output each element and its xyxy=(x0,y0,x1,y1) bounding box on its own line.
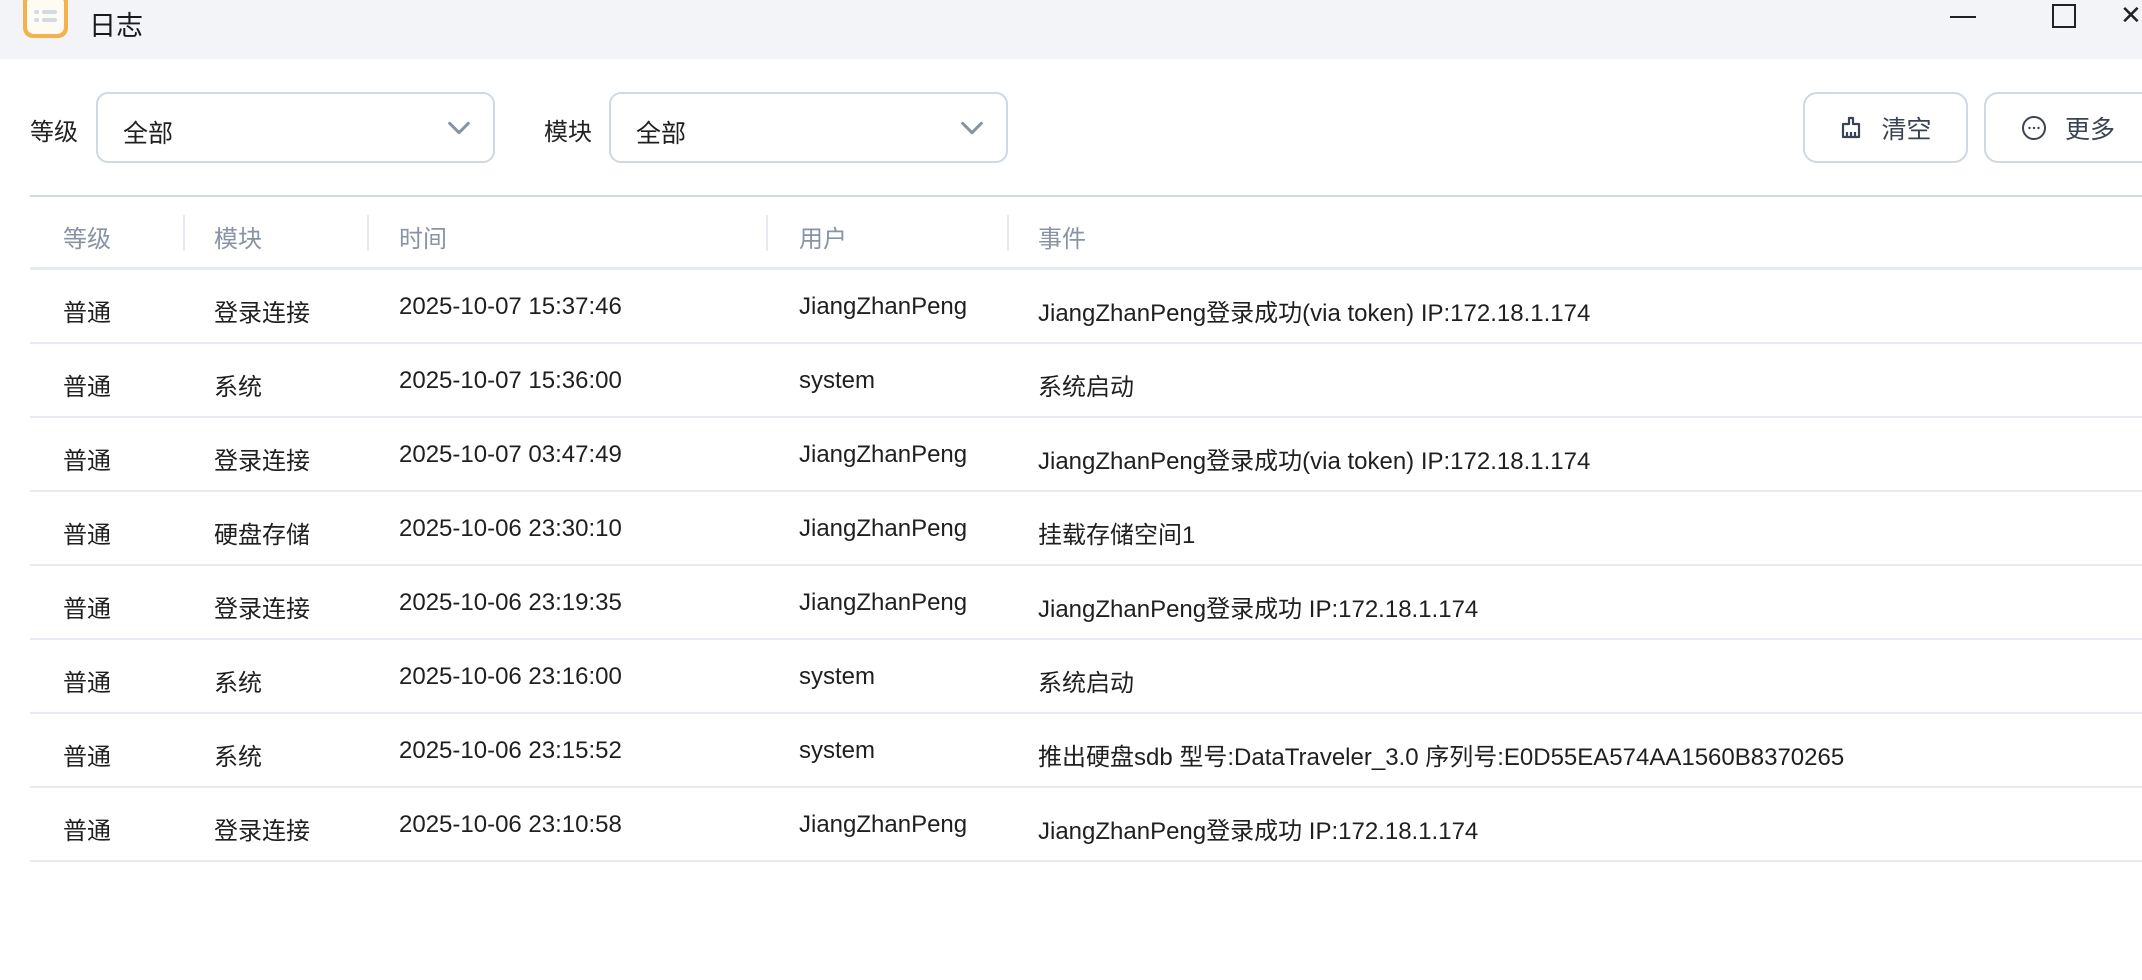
cell-module: 系统 xyxy=(214,670,262,697)
cell-user: JiangZhanPeng xyxy=(799,589,968,616)
cell-level: 普通 xyxy=(63,670,111,697)
cell-time: 2025-10-06 23:10:58 xyxy=(399,811,622,838)
level-filter-select[interactable]: 全部 xyxy=(96,92,495,163)
clear-button[interactable]: 清空 xyxy=(1803,92,1968,163)
column-divider[interactable] xyxy=(766,215,768,251)
close-button[interactable]: ✕ xyxy=(2120,2,2142,32)
cell-event: JiangZhanPeng登录成功 IP:172.18.1.174 xyxy=(1038,596,1479,623)
table-header: 等级 模块 时间 用户 事件 xyxy=(30,195,2142,270)
cell-time: 2025-10-06 23:19:35 xyxy=(399,589,622,616)
cell-event: 系统启动 xyxy=(1038,670,1134,697)
cell-time: 2025-10-07 15:37:46 xyxy=(399,293,622,320)
cell-module: 系统 xyxy=(214,744,262,771)
cell-level: 普通 xyxy=(63,522,111,549)
table-row[interactable]: 普通 系统 2025-10-07 15:36:00 system 系统启动 xyxy=(30,344,2142,418)
table-row[interactable]: 普通 系统 2025-10-06 23:16:00 system 系统启动 xyxy=(30,640,2142,714)
cell-level: 普通 xyxy=(63,818,111,845)
chevron-down-icon xyxy=(961,121,983,135)
chevron-down-icon xyxy=(448,121,470,135)
cell-event: 挂载存储空间1 xyxy=(1038,522,1196,549)
cell-user: JiangZhanPeng xyxy=(799,441,968,468)
level-filter-value: 全部 xyxy=(123,120,174,148)
cell-level: 普通 xyxy=(63,596,111,623)
level-filter-label: 等级 xyxy=(30,119,78,146)
cell-user: JiangZhanPeng xyxy=(799,293,968,320)
title-bar: 日志 ✕ xyxy=(0,0,2142,59)
cell-event: JiangZhanPeng登录成功(via token) IP:172.18.1… xyxy=(1038,300,1591,327)
cell-time: 2025-10-06 23:15:52 xyxy=(399,737,622,764)
column-divider[interactable] xyxy=(183,215,185,251)
column-header-level[interactable]: 等级 xyxy=(63,219,111,254)
table-body: 普通 登录连接 2025-10-07 15:37:46 JiangZhanPeng Ji… xyxy=(30,270,2142,862)
cell-module: 系统 xyxy=(214,374,262,401)
more-circle-icon xyxy=(2022,115,2046,140)
cell-event: 推出硬盘sdb 型号:DataTraveler_3.0 序列号:E0D55EA5… xyxy=(1038,744,1845,771)
cell-time: 2025-10-06 23:30:10 xyxy=(399,515,622,542)
column-header-module[interactable]: 模块 xyxy=(214,219,262,254)
column-header-event[interactable]: 事件 xyxy=(1038,219,1086,254)
module-filter-label: 模块 xyxy=(544,119,592,146)
cell-time: 2025-10-06 23:16:00 xyxy=(399,663,622,690)
cell-module: 登录连接 xyxy=(214,596,310,623)
log-list-icon xyxy=(23,0,68,38)
column-divider[interactable] xyxy=(1007,215,1009,251)
cell-event: JiangZhanPeng登录成功 IP:172.18.1.174 xyxy=(1038,818,1479,845)
cell-module: 登录连接 xyxy=(214,448,310,475)
table-row[interactable]: 普通 登录连接 2025-10-06 23:19:35 JiangZhanPeng Ji… xyxy=(30,566,2142,640)
cell-level: 普通 xyxy=(63,300,111,327)
module-filter-value: 全部 xyxy=(636,120,687,148)
cell-level: 普通 xyxy=(63,448,111,475)
cell-user: system xyxy=(799,663,876,690)
cell-time: 2025-10-07 03:47:49 xyxy=(399,441,622,468)
table-row[interactable]: 普通 登录连接 2025-10-07 15:37:46 JiangZhanPeng Ji… xyxy=(30,270,2142,344)
minimize-button[interactable] xyxy=(1940,2,1990,32)
broom-icon xyxy=(1842,116,1861,138)
clear-label: 清空 xyxy=(1881,115,1932,144)
log-table: 等级 模块 时间 用户 事件 普通 登录连接 2025-10-07 15:37:46… xyxy=(30,195,2142,862)
cell-user: JiangZhanPeng xyxy=(799,515,968,542)
cell-module: 硬盘存储 xyxy=(214,522,310,549)
more-button[interactable]: 更多 xyxy=(1984,92,2142,163)
maximize-button[interactable] xyxy=(2038,2,2088,32)
cell-time: 2025-10-07 15:36:00 xyxy=(399,367,622,394)
cell-module: 登录连接 xyxy=(214,300,310,327)
table-row[interactable]: 普通 登录连接 2025-10-07 03:47:49 JiangZhanPeng Ji… xyxy=(30,418,2142,492)
cell-user: system xyxy=(799,367,876,394)
cell-user: system xyxy=(799,737,876,764)
cell-level: 普通 xyxy=(63,744,111,771)
table-row[interactable]: 普通 系统 2025-10-06 23:15:52 system 推出硬盘sdb 型号:… xyxy=(30,714,2142,788)
cell-level: 普通 xyxy=(63,374,111,401)
cell-module: 登录连接 xyxy=(214,818,310,845)
cell-event: 系统启动 xyxy=(1038,374,1134,401)
cell-user: JiangZhanPeng xyxy=(799,811,968,838)
window-title: 日志 xyxy=(89,11,143,41)
table-row[interactable]: 普通 登录连接 2025-10-06 23:10:58 JiangZhanPeng Ji… xyxy=(30,788,2142,862)
table-row[interactable]: 普通 硬盘存储 2025-10-06 23:30:10 JiangZhanPeng 挂载… xyxy=(30,492,2142,566)
column-divider[interactable] xyxy=(367,215,369,251)
module-filter-select[interactable]: 全部 xyxy=(609,92,1008,163)
more-label: 更多 xyxy=(2065,115,2116,144)
column-header-user[interactable]: 用户 xyxy=(799,219,847,254)
cell-event: JiangZhanPeng登录成功(via token) IP:172.18.1… xyxy=(1038,448,1591,475)
column-header-time[interactable]: 时间 xyxy=(399,219,447,254)
